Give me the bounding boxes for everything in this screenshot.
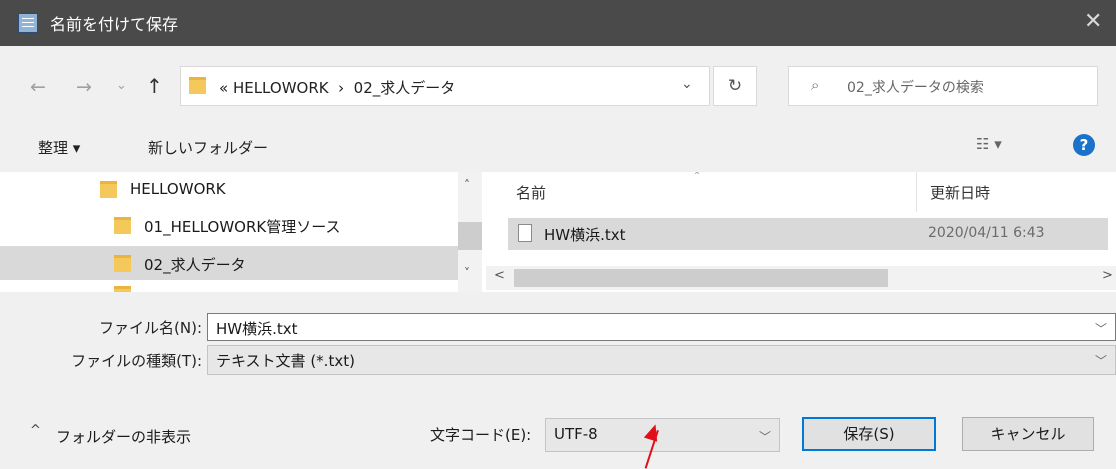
tree-item-label: HELLOWORK: [130, 180, 226, 198]
organize-button[interactable]: 整理 ▾: [38, 137, 80, 158]
sort-indicator: ˄: [694, 172, 700, 184]
column-divider[interactable]: [916, 172, 917, 212]
tree-item-01-hellowork[interactable]: 01_HELLOWORK管理ソース: [0, 208, 458, 242]
search-icon: ⌕: [811, 76, 820, 94]
address-history-button[interactable]: ⌄: [681, 76, 693, 92]
filetype-select[interactable]: テキスト文書 (*.txt) ﹀: [207, 345, 1116, 375]
help-button[interactable]: ?: [1073, 134, 1095, 156]
encoding-label: 文字コード(E):: [430, 426, 532, 444]
tree-item-label: 02_求人データ: [144, 256, 246, 274]
refresh-button[interactable]: ↻: [713, 66, 757, 106]
encoding-value: UTF-8: [554, 425, 598, 443]
chevron-down-icon: ﹀: [758, 430, 771, 444]
view-options-button[interactable]: ☷ ▾: [976, 135, 1002, 153]
file-row[interactable]: HW横浜.txt 2020/04/11 6:43: [508, 218, 1108, 250]
tree-scrollbar-thumb[interactable]: [458, 222, 482, 250]
address-bar[interactable]: « HELLOWORK › 02_求人データ ⌄: [180, 66, 710, 106]
recent-locations-button[interactable]: ⌄: [116, 78, 127, 93]
file-list: 名前 ˄ 更新日時 HW横浜.txt 2020/04/11 6:43 < >: [486, 172, 1116, 292]
folder-icon: [114, 217, 131, 234]
breadcrumb[interactable]: « HELLOWORK › 02_求人データ: [219, 77, 455, 98]
new-folder-button[interactable]: 新しいフォルダー: [148, 137, 268, 158]
tree-item-label: 01_HELLOWORK管理ソース: [144, 218, 341, 236]
chevron-down-icon: ﹀: [1094, 354, 1107, 368]
title-bar: 名前を付けて保存 ✕: [0, 0, 1116, 46]
notepad-icon: [18, 13, 38, 33]
search-input[interactable]: 02_求人データの検索: [847, 77, 984, 97]
folder-icon: [189, 77, 206, 94]
filename-field[interactable]: HW横浜.txt ﹀: [207, 313, 1116, 341]
tree-item-02-jobdata[interactable]: 02_求人データ: [0, 246, 458, 280]
folder-icon: [114, 286, 131, 292]
file-list-scrollbar-thumb[interactable]: [514, 269, 888, 287]
close-button[interactable]: ✕: [1084, 9, 1102, 34]
filename-label: ファイル名(N):: [99, 319, 202, 337]
column-header-name[interactable]: 名前: [516, 182, 546, 203]
hide-folders-button[interactable]: フォルダーの非表示: [56, 426, 191, 447]
folder-icon: [100, 181, 117, 198]
navigation-pane: HELLOWORK 01_HELLOWORK管理ソース 02_求人データ ˄ ˅: [0, 172, 486, 292]
column-header-modified[interactable]: 更新日時: [930, 182, 990, 203]
filetype-value: テキスト文書 (*.txt): [216, 352, 355, 370]
forward-button[interactable]: →: [76, 76, 92, 98]
scroll-up-arrow[interactable]: ˄: [464, 178, 470, 192]
back-button[interactable]: ←: [30, 76, 46, 98]
file-modified: 2020/04/11 6:43: [928, 225, 1045, 241]
filename-value[interactable]: HW横浜.txt: [216, 318, 298, 339]
file-name: HW横浜.txt: [544, 226, 626, 244]
save-button[interactable]: 保存(S): [802, 417, 936, 451]
cancel-button[interactable]: キャンセル: [962, 417, 1094, 451]
collapse-icon[interactable]: ^: [30, 423, 41, 438]
search-box[interactable]: ⌕ 02_求人データの検索: [788, 66, 1098, 106]
scroll-right-arrow[interactable]: >: [1102, 268, 1113, 283]
scroll-down-arrow[interactable]: ˅: [464, 266, 470, 280]
folder-icon: [114, 255, 131, 272]
up-button[interactable]: ↑: [146, 74, 163, 98]
window-title: 名前を付けて保存: [50, 15, 179, 34]
scroll-left-arrow[interactable]: <: [494, 268, 505, 283]
text-file-icon: [518, 224, 532, 242]
filetype-label: ファイルの種類(T):: [71, 352, 202, 370]
chevron-down-icon[interactable]: ﹀: [1095, 320, 1107, 337]
encoding-select[interactable]: UTF-8 ﹀: [545, 418, 780, 452]
tree-item-hellowork[interactable]: HELLOWORK: [0, 172, 458, 206]
